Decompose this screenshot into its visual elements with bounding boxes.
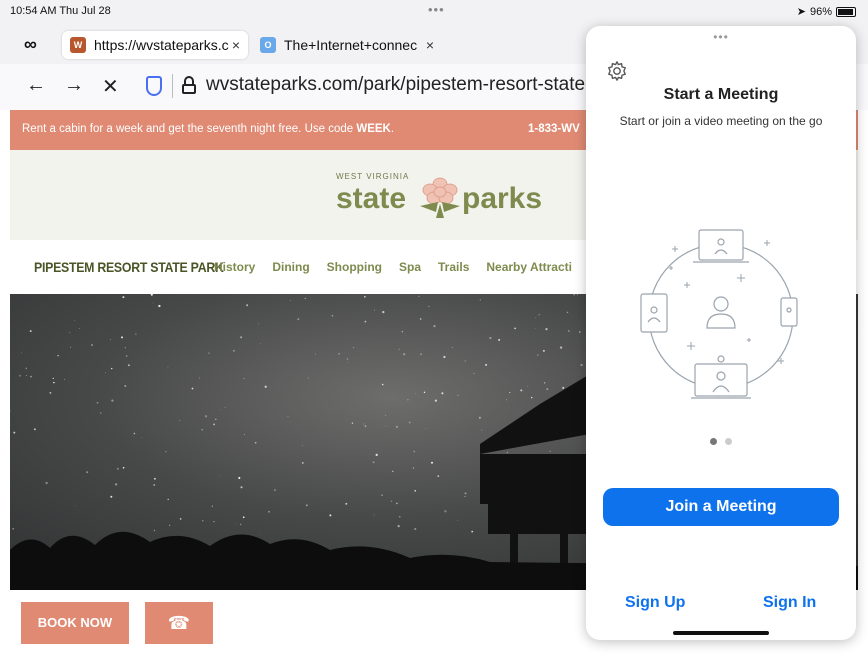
video-meeting-illustration [640,229,798,399]
stop-loading-button[interactable]: ✕ [102,74,119,99]
promo-code: WEEK [356,123,391,135]
close-tab-icon[interactable]: × [232,37,240,53]
park-name[interactable]: PIPESTEM RESORT STATE PARK [34,259,224,275]
url-separator [172,74,173,98]
sign-in-link[interactable]: Sign In [763,594,816,612]
battery-fill [838,8,854,15]
tab-wvstateparks[interactable]: W https://wvstateparks.c × [62,31,248,59]
nav-link-spa[interactable]: Spa [399,260,421,274]
promo-message: Rent a cabin for a week and get the seve… [22,123,395,135]
close-tab-icon[interactable]: × [426,37,434,53]
zoom-slideover: ••• Start a Meeting Start or join a vide… [586,26,856,640]
phone-icon: ☎ [167,613,191,633]
url-field[interactable]: wvstateparks.com/park/pipestem-resort-st… [206,74,613,96]
nav-link-nearby-attractions[interactable]: Nearby Attracti [486,260,572,274]
multitasking-dots[interactable]: ••• [428,2,445,17]
sign-up-link[interactable]: Sign Up [625,594,685,612]
join-meeting-button[interactable]: Join a Meeting [603,488,839,526]
nav-link-dining[interactable]: Dining [272,260,309,274]
logo-state-text[interactable]: state [336,182,406,216]
pager-dot-1[interactable] [710,438,717,445]
battery-icon [836,6,856,17]
status-right: ➤ 96% [797,5,856,18]
nav-link-shopping[interactable]: Shopping [327,260,382,274]
slideover-handle[interactable]: ••• [586,30,856,44]
book-now-button[interactable]: BOOK NOW [21,602,129,644]
tab-title: https://wvstateparks.c [94,37,229,53]
tracking-protection-shield-icon[interactable] [146,76,162,96]
start-meeting-title: Start a Meeting [663,86,779,103]
settings-gear-icon[interactable] [606,60,628,82]
tab-internet-connection[interactable]: O The+Internet+connec × [252,31,442,59]
call-button[interactable]: ☎ [145,602,213,644]
lock-icon[interactable] [182,76,196,94]
status-time: 10:54 AM Thu Jul 28 [10,5,111,17]
pager-dot-2[interactable] [725,438,732,445]
nav-link-trails[interactable]: Trails [438,260,469,274]
logo-subtitle: WEST VIRGINIA [336,172,410,181]
tab-favicon-icon: O [260,37,276,53]
battery-percent: 96% [809,5,832,18]
rhododendron-logo-icon [420,177,460,218]
promo-phone-link[interactable]: 1-833-WV [528,123,580,135]
home-indicator[interactable] [673,631,769,635]
park-nav-links: History Dining Shopping Spa Trails Nearb… [214,260,572,274]
logo-parks-text[interactable]: parks [462,182,542,216]
back-button[interactable]: ← [26,74,46,97]
tab-title: The+Internet+connec [284,37,418,53]
start-meeting-subtitle: Start or join a video meeting on the go [619,114,823,128]
status-bar: 10:54 AM Thu Jul 28 ••• ➤ 96% [0,0,868,24]
wvstateparks-favicon-icon: W [70,37,86,53]
wifi-icon: ➤ [796,6,806,18]
forward-button[interactable]: → [64,74,84,97]
private-mask-icon[interactable]: ∞ [24,34,37,55]
nav-link-history[interactable]: History [214,260,255,274]
onboarding-pager[interactable] [586,438,856,445]
